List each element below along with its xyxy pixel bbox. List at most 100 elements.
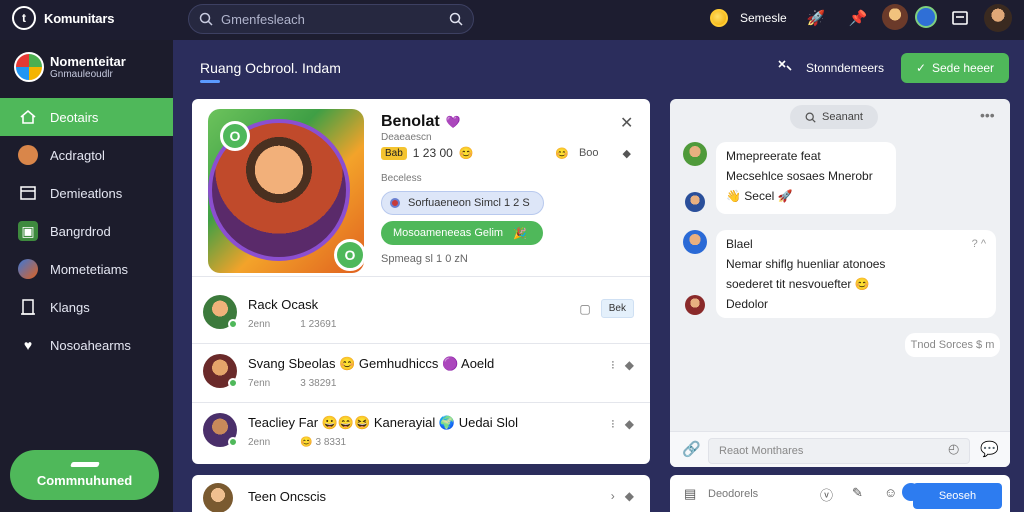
window-icon[interactable]: [948, 6, 972, 30]
list-item-meta-2: 3 38291: [300, 378, 337, 389]
hero-image[interactable]: O O: [208, 109, 364, 273]
hero-footer: Spmeag sl 1 0 zN: [381, 253, 468, 265]
level-badge-icon: O: [220, 121, 250, 151]
square-icon[interactable]: ▢: [579, 302, 590, 316]
pin-icon[interactable]: 📌: [846, 6, 870, 30]
sidebar-item-bangrdrod[interactable]: ▣ Bangrdrod: [0, 212, 173, 250]
sidebar-item-deotairs[interactable]: Deotairs: [0, 98, 173, 136]
message-avatar: [683, 142, 707, 166]
hero-name-text: Benolat: [381, 113, 440, 130]
message-avatar: [685, 192, 705, 212]
hero-section: O O Benolat 💜 Deaeaescn ✕ Bab 1 23 00 😊 …: [192, 99, 650, 277]
sidebar-item-label: Deotairs: [50, 109, 99, 125]
tag-icon[interactable]: ◆: [625, 417, 634, 431]
filter-link[interactable]: Stonndemeers: [776, 58, 884, 77]
chat-search[interactable]: Seanant: [790, 105, 878, 129]
community-button[interactable]: Commnuhuned: [10, 450, 159, 500]
toolbar-label: Deodorels: [708, 488, 759, 500]
hero-stat: 1 23 00: [412, 146, 453, 160]
secondary-card[interactable]: Teen Oncscis › ◆: [192, 475, 650, 512]
chat-composer: 🔗 Reaot Monthares ◴ 💬: [670, 431, 1010, 467]
notification-avatar[interactable]: [882, 4, 908, 30]
clock-icon[interactable]: ◴: [948, 441, 959, 457]
list-item-meta-1: 2enn: [248, 319, 271, 330]
send-button[interactable]: Seoseh: [913, 483, 1002, 509]
sidebar-item-label: Klangs: [50, 299, 90, 315]
sidebar-item-klangs[interactable]: Klangs: [0, 288, 173, 326]
flag-icon: [69, 462, 100, 467]
profile-name: Nomenteitar: [50, 53, 126, 69]
profile-card: O O Benolat 💜 Deaeaescn ✕ Bab 1 23 00 😊 …: [192, 99, 650, 464]
primary-action-button[interactable]: ✓ Sede heeer: [901, 53, 1009, 83]
online-dot-icon: [228, 437, 238, 447]
avatar: [203, 483, 233, 512]
sidebar-item-nosoahearms[interactable]: ♥ Nosoahearms: [0, 326, 173, 364]
rocket-icon[interactable]: 🚀: [804, 6, 828, 30]
list-item-meta: 2enn 😊 3 8331: [248, 437, 346, 448]
logo-icon: t: [12, 6, 36, 30]
close-icon[interactable]: ✕: [620, 113, 633, 133]
list-item-actions: ▢ Bek: [579, 299, 634, 318]
user-avatar[interactable]: [984, 4, 1012, 32]
sidebar-item-demieatlons[interactable]: Demieatlons: [0, 174, 173, 212]
list-item-title: Rack Ocask: [248, 297, 319, 312]
edit-icon[interactable]: ✎: [852, 485, 863, 501]
home-icon: [18, 107, 38, 127]
hero-info: Benolat 💜 Deaeaescn: [381, 113, 636, 143]
action-pill-button[interactable]: Mosoameneeas Gelim 🎉: [381, 221, 543, 245]
message-line: Mmepreerate feat: [726, 149, 821, 163]
more-icon[interactable]: ⁝: [611, 358, 615, 372]
doc-icon: [18, 297, 38, 317]
attach-icon[interactable]: 🔗: [682, 440, 701, 458]
more-options-icon[interactable]: •••: [980, 107, 995, 123]
tag-icon[interactable]: ◆: [623, 147, 631, 160]
chat-bubble-icon[interactable]: 💬: [980, 440, 999, 458]
app-logo[interactable]: t Komunitars: [12, 6, 114, 30]
sidebar: Nomenteitar Gnmauleoudlr Deotairs Acdrag…: [0, 40, 173, 512]
sidebar-nav: Deotairs Acdragtol Demieatlons ▣ Bangrdr…: [0, 98, 173, 364]
emoji-icon[interactable]: ☺: [884, 485, 897, 500]
online-badge-icon: O: [334, 239, 364, 271]
list-item-meta-1: 7enn: [248, 378, 271, 389]
message-input[interactable]: Reaot Monthares: [708, 438, 970, 464]
info-pill[interactable]: Sorfuaeneon Simcl 1 2 S: [381, 191, 544, 215]
info-pill-label: Sorfuaeneon Simcl 1 2 S: [408, 197, 530, 209]
message-line: 👋 Secel 🚀: [726, 189, 793, 203]
list-item[interactable]: Teacliey Far 😀😄😆 Kanerayial 🌍 Uedai Slol…: [192, 403, 650, 462]
search-input[interactable]: [221, 11, 449, 27]
list-item[interactable]: Svang Sbeolas 😊 Gemhudhiccs 🟣 Aoeld 7enn…: [192, 344, 650, 403]
heart-icon: ♥: [23, 337, 33, 353]
member-list: Rack Ocask 2enn 1 23691 ▢ Bek Svang Sbeo…: [192, 285, 650, 462]
more-icon[interactable]: ⁝: [611, 417, 615, 431]
calendar-icon[interactable]: ▤: [684, 486, 696, 502]
tag-icon[interactable]: ◆: [625, 358, 634, 372]
list-item-meta-2: 1 23691: [300, 319, 337, 330]
hero-name: Benolat 💜: [381, 113, 636, 131]
tag-icon[interactable]: ◆: [625, 489, 634, 503]
search-submit-icon[interactable]: [449, 12, 463, 26]
app-name: Komunitars: [44, 10, 115, 26]
status-icon[interactable]: [915, 6, 937, 28]
page-title: Ruang Ocbrool. Indam: [200, 60, 341, 76]
check-circle-icon[interactable]: ⓥ: [820, 485, 833, 504]
coin-icon[interactable]: [710, 9, 728, 27]
hero-stat-right: 😊 Boo ◆: [555, 147, 631, 160]
check-icon: ✓: [915, 61, 926, 75]
sidebar-item-mometetiams[interactable]: Mometetiams: [0, 250, 173, 288]
message-line: Dedolor: [726, 297, 769, 311]
search-box[interactable]: [188, 4, 474, 34]
filter-label: Stonndemeers: [806, 60, 885, 75]
message-avatar: [685, 295, 705, 315]
chevron-right-icon[interactable]: ›: [611, 489, 615, 503]
list-item[interactable]: Rack Ocask 2enn 1 23691 ▢ Bek: [192, 285, 650, 344]
profile-header[interactable]: Nomenteitar Gnmauleoudlr: [14, 52, 126, 82]
list-item-title: Teacliey Far 😀😄😆 Kanerayial 🌍 Uedai Slol: [248, 415, 518, 430]
globe-icon: [18, 259, 38, 279]
list-item-button[interactable]: Bek: [600, 299, 634, 318]
message-line: Blael: [726, 237, 753, 251]
sidebar-item-acdragtol[interactable]: Acdragtol: [0, 136, 173, 174]
avatar-icon: [18, 145, 38, 165]
list-item-actions: › ◆: [611, 489, 634, 503]
reply-icon[interactable]: ? ^: [972, 234, 986, 254]
coin-label[interactable]: Semesle: [740, 11, 787, 25]
